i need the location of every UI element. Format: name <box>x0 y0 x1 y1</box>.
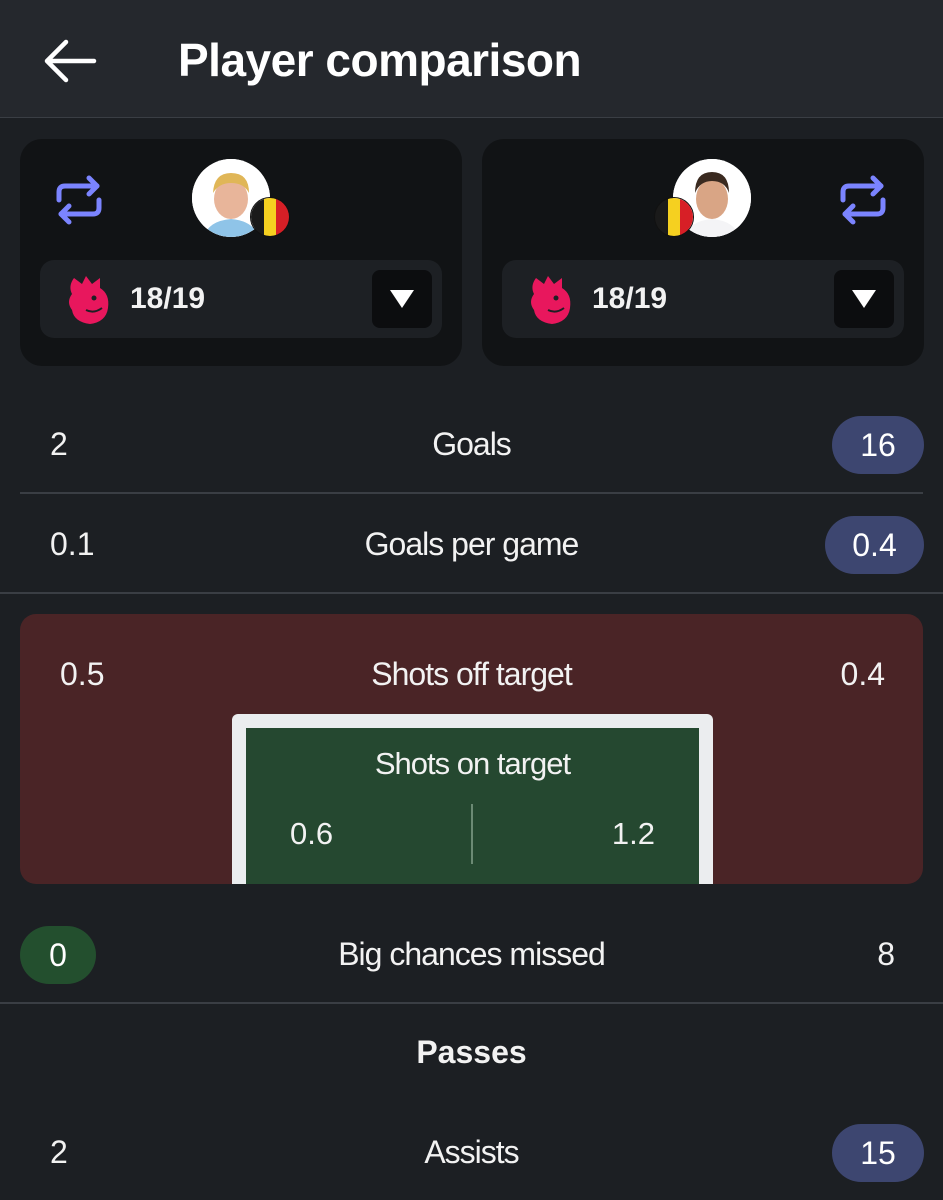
nationality-flag-left <box>250 197 290 237</box>
row-divider <box>0 592 943 594</box>
season-label-left: 18/19 <box>130 282 206 315</box>
row-divider <box>20 492 923 494</box>
shots-on-left-value: 0.6 <box>290 816 334 851</box>
swap-icon <box>840 175 886 225</box>
stat-right-highlight: 16 <box>832 416 924 474</box>
stat-right-highlight: 15 <box>832 1124 924 1182</box>
stat-row-goals-per-game: 0.1 Goals per game 0.4 <box>0 516 943 574</box>
premier-league-lion-icon <box>531 276 571 324</box>
player-card-left: 18/19 <box>20 139 462 366</box>
season-selector-right[interactable]: 18/19 <box>502 260 904 338</box>
stat-row-assists: 2 Assists 15 <box>0 1124 943 1182</box>
top-bar: Player comparison <box>0 0 943 118</box>
section-title-passes: Passes <box>416 1034 527 1070</box>
caret-down-icon <box>852 290 876 308</box>
shots-on-right-value: 1.2 <box>611 816 655 851</box>
back-button[interactable] <box>40 36 100 86</box>
stat-row-big-chances-missed: 0 Big chances missed 8 <box>0 926 943 984</box>
goal-frame: Shots on target 0.6 1.2 <box>232 714 713 884</box>
player-card-right: 18/19 <box>482 139 924 366</box>
shots-on-target-box: Shots on target 0.6 1.2 <box>246 728 699 884</box>
shots-off-right-value: 0.4 <box>840 656 885 692</box>
shots-off-label: Shots off target <box>371 656 572 692</box>
stat-right-highlight: 0.4 <box>825 516 924 574</box>
stat-row-goals: 2 Goals 16 <box>0 416 943 474</box>
season-dropdown-right-button[interactable] <box>834 270 894 328</box>
premier-league-lion-icon <box>69 276 109 324</box>
stat-label: Big chances missed <box>338 936 606 972</box>
stat-label: Goals <box>432 426 512 462</box>
nationality-flag-right <box>654 197 694 237</box>
shots-comparison-panel: 0.5 Shots off target 0.4 Shots on target… <box>20 614 923 884</box>
swap-player-left-button[interactable] <box>50 171 108 229</box>
season-label-right: 18/19 <box>592 282 668 315</box>
page-title: Player comparison <box>178 34 582 86</box>
swap-icon <box>56 175 102 225</box>
season-dropdown-left-button[interactable] <box>372 270 432 328</box>
stat-label: Assists <box>424 1134 519 1170</box>
goal-divider <box>471 804 473 864</box>
shots-on-label: Shots on target <box>374 746 571 781</box>
swap-player-right-button[interactable] <box>834 171 892 229</box>
arrow-left-icon <box>44 39 97 83</box>
row-divider <box>0 1002 943 1004</box>
stat-label: Goals per game <box>364 526 580 562</box>
caret-down-icon <box>390 290 414 308</box>
season-selector-left[interactable]: 18/19 <box>40 260 442 338</box>
stat-right-value: 8 <box>877 936 895 972</box>
